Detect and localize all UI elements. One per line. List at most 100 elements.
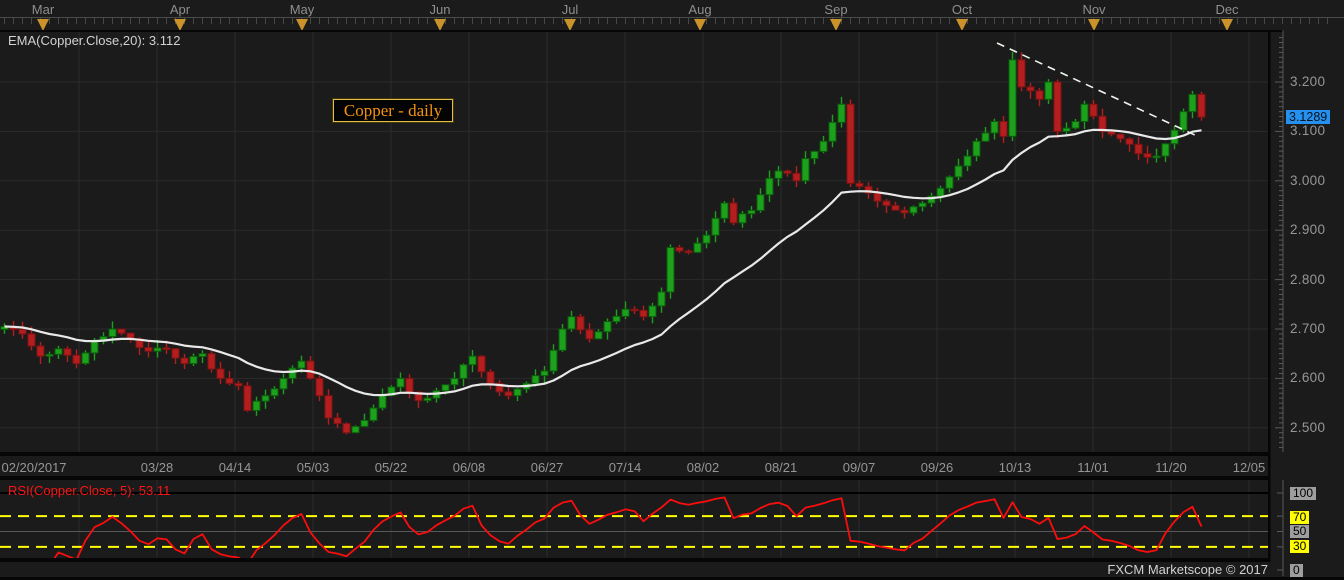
price-label[interactable]: 2.600 — [1290, 370, 1325, 385]
candle-body — [999, 121, 1008, 137]
candle-body — [936, 187, 945, 197]
candle-body — [396, 377, 405, 388]
candle-body — [810, 150, 819, 160]
candle-body — [1053, 81, 1062, 132]
candle-body — [1107, 130, 1116, 135]
price-label[interactable]: 2.700 — [1290, 321, 1325, 336]
candle-body — [459, 364, 468, 379]
date-label[interactable]: 11/01 — [1077, 460, 1109, 475]
candle-body — [1152, 155, 1161, 159]
candle-body — [828, 121, 837, 142]
rsi-indicator-label[interactable]: RSI(Copper.Close, 5): 53.11 — [8, 483, 170, 498]
month-label: Nov — [1082, 2, 1106, 17]
candle-body — [351, 425, 360, 434]
candle-body — [441, 384, 450, 392]
month-marker-icon — [1088, 19, 1100, 31]
candle-body — [1008, 59, 1017, 137]
candle-body — [765, 177, 774, 196]
price-label[interactable]: 3.200 — [1290, 74, 1325, 89]
date-label[interactable]: 08/02 — [687, 460, 720, 475]
date-label[interactable]: 09/07 — [843, 460, 876, 475]
month-marker-icon — [694, 19, 706, 31]
candle-body — [378, 395, 387, 409]
candle-body — [648, 305, 657, 318]
candle-body — [1026, 86, 1035, 92]
candle-body — [405, 377, 414, 393]
candle-body — [153, 347, 162, 352]
candle-body — [45, 353, 54, 357]
month-label: Apr — [169, 2, 191, 17]
price-label[interactable]: 2.900 — [1290, 222, 1325, 237]
candle-body — [504, 391, 513, 397]
candle-body — [603, 321, 612, 333]
candle-body — [747, 209, 756, 215]
candle-body — [954, 165, 963, 178]
candle-body — [531, 375, 540, 384]
candle-body — [837, 103, 846, 123]
chart-title[interactable]: Copper - daily — [332, 98, 454, 123]
date-label[interactable]: 02/20/2017 — [1, 460, 66, 475]
candles-group[interactable] — [0, 52, 1206, 435]
candle-body — [981, 132, 990, 142]
candle-body — [918, 202, 927, 208]
date-label[interactable]: 07/14 — [609, 460, 642, 475]
month-marker-icon — [174, 19, 186, 31]
date-label[interactable]: 04/14 — [219, 460, 252, 475]
candle-body — [639, 309, 648, 318]
candle-body — [477, 355, 486, 373]
date-label[interactable]: 06/27 — [531, 460, 564, 475]
candle-body — [990, 121, 999, 134]
price-label[interactable]: 2.800 — [1290, 272, 1325, 287]
month-label: Dec — [1215, 2, 1239, 17]
candle-body — [1089, 103, 1098, 117]
date-label[interactable]: 11/20 — [1155, 460, 1187, 475]
candle-body — [225, 377, 234, 384]
date-label[interactable]: 03/28 — [141, 460, 174, 475]
plot-right-border — [1268, 30, 1271, 562]
candle-body — [54, 348, 63, 355]
candle-body — [360, 419, 369, 427]
candle-body — [675, 246, 684, 252]
date-label[interactable]: 12/05 — [1233, 460, 1266, 475]
candle-body — [288, 367, 297, 379]
price-label[interactable]: 3.000 — [1290, 173, 1325, 188]
rsi-level-label: 100 — [1290, 487, 1317, 500]
price-axis-ruler — [1275, 30, 1284, 576]
candle-body — [90, 340, 99, 354]
candle-body — [117, 328, 126, 334]
date-label[interactable]: 10/13 — [999, 460, 1032, 475]
date-label[interactable]: 08/21 — [765, 460, 798, 475]
candle-body — [1080, 103, 1089, 123]
ema-indicator-label[interactable]: EMA(Copper.Close,20): 3.112 — [8, 33, 180, 48]
candle-body — [1062, 127, 1071, 132]
candle-body — [792, 172, 801, 182]
candle-body — [216, 368, 225, 379]
rsi-level-label: 50 — [1290, 525, 1310, 538]
candle-body — [594, 331, 603, 340]
month-marker-icon — [830, 19, 842, 31]
rsi-level-label: 0 — [1290, 564, 1303, 577]
date-label[interactable]: 05/03 — [297, 460, 330, 475]
candle-body — [819, 140, 828, 152]
month-label: Mar — [31, 2, 55, 17]
candle-body — [963, 155, 972, 167]
candle-body — [324, 395, 333, 419]
month-label: Jun — [429, 2, 451, 17]
price-label[interactable]: 3.100 — [1290, 123, 1325, 138]
month-label: Aug — [688, 2, 712, 17]
candle-body — [972, 140, 981, 157]
date-label[interactable]: 06/08 — [453, 460, 486, 475]
candle-body — [684, 250, 693, 254]
candle-body — [621, 308, 630, 317]
date-label[interactable]: 05/22 — [375, 460, 408, 475]
candle-body — [783, 170, 792, 174]
candle-body — [333, 417, 342, 425]
date-label[interactable]: 09/26 — [921, 460, 954, 475]
candle-body — [1134, 143, 1143, 155]
candle-body — [909, 206, 918, 214]
candle-body — [369, 407, 378, 421]
chart-canvas[interactable] — [0, 0, 1344, 580]
candle-body — [702, 234, 711, 244]
price-label[interactable]: 2.500 — [1290, 420, 1325, 435]
copyright-text: FXCM Marketscope © 2017 — [1107, 562, 1268, 577]
